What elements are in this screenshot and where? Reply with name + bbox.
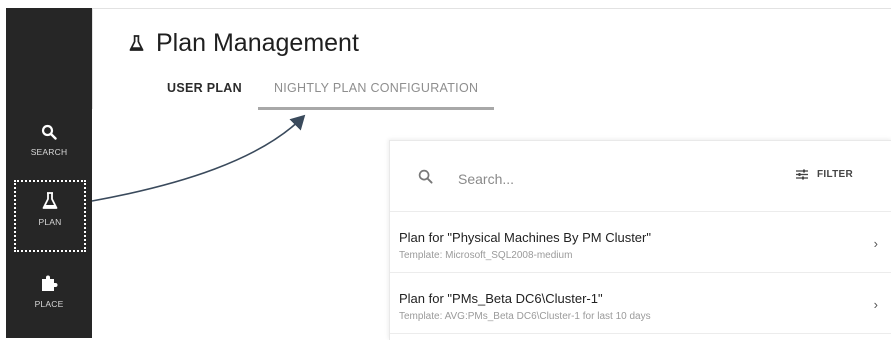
search-input[interactable] (456, 167, 710, 191)
left-nav-sidebar: SEARCH PLAN PLACE (6, 8, 92, 338)
filter-button[interactable]: FILTER (796, 169, 853, 180)
plan-list-item[interactable]: Plan for "PMs_Beta DC6\Cluster-1" Templa… (390, 273, 891, 334)
plan-title: Plan for "Physical Machines By PM Cluste… (399, 230, 651, 245)
search-icon (41, 124, 57, 140)
plan-template: Template: Microsoft_SQL2008-medium (399, 250, 572, 261)
page-header: Plan Management USER PLAN NIGHTLY PLAN C… (92, 8, 891, 109)
plan-list-panel: FILTER Plan for "Physical Machines By PM… (389, 140, 891, 340)
nav-label-place: PLACE (6, 299, 92, 309)
nav-item-search[interactable]: SEARCH (6, 124, 92, 157)
tab-bar: USER PLAN NIGHTLY PLAN CONFIGURATION (167, 77, 516, 110)
chevron-right-icon: › (874, 236, 878, 251)
nav-item-place[interactable]: PLACE (6, 274, 92, 309)
sliders-icon (796, 169, 808, 180)
search-icon (418, 169, 433, 189)
nav-label-search: SEARCH (6, 147, 92, 157)
tab-user-plan[interactable]: USER PLAN (167, 77, 242, 110)
nav-label-plan: PLAN (16, 217, 84, 227)
tab-nightly-plan-configuration[interactable]: NIGHTLY PLAN CONFIGURATION (258, 77, 494, 110)
plan-template: Template: AVG:PMs_Beta DC6\Cluster-1 for… (399, 311, 651, 322)
filter-label: FILTER (817, 169, 853, 180)
page-title-row: Plan Management (129, 29, 359, 58)
flask-icon (42, 192, 58, 210)
flask-icon (129, 35, 144, 52)
plan-list-item[interactable]: Plan for "Physical Machines By PM Cluste… (390, 212, 891, 273)
puzzle-icon (40, 274, 58, 292)
chevron-right-icon: › (874, 297, 878, 312)
plan-title: Plan for "PMs_Beta DC6\Cluster-1" (399, 291, 603, 306)
page-title: Plan Management (156, 29, 359, 58)
search-bar: FILTER (390, 141, 891, 212)
screenshot-frame: SEARCH PLAN PLACE Plan Manage (0, 0, 891, 339)
nav-item-plan[interactable]: PLAN (14, 180, 86, 252)
